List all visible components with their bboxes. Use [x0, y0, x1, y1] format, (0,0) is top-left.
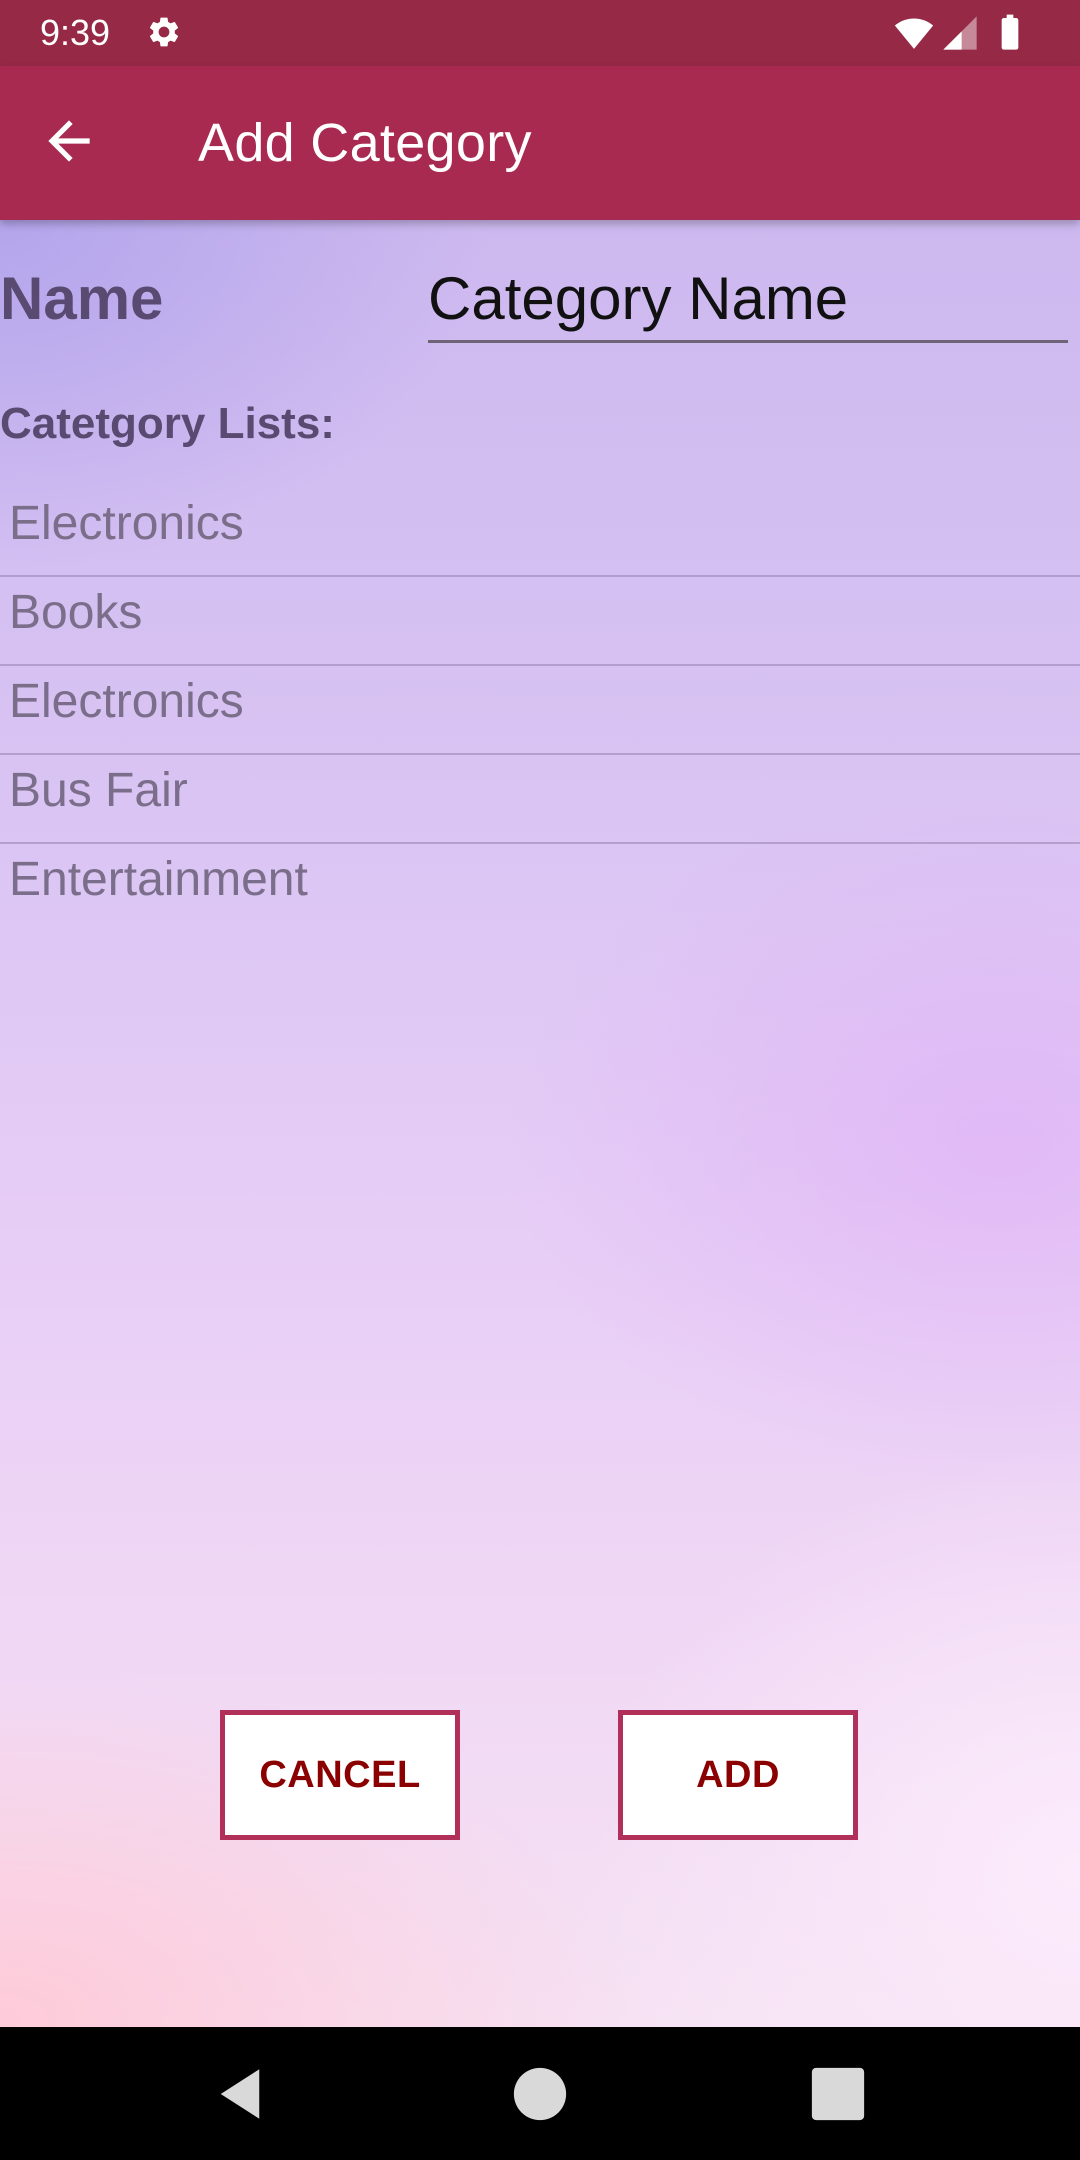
settings-gear-icon: [149, 17, 179, 47]
navigation-bar: [0, 2027, 1080, 2160]
list-item[interactable]: Electronics: [0, 666, 1080, 755]
status-time: 9:39: [40, 12, 111, 53]
list-item[interactable]: Books: [0, 577, 1080, 666]
page-title: Add Category: [198, 113, 532, 173]
cancel-button[interactable]: CANCEL: [220, 1710, 460, 1840]
category-list: Electronics Books Electronics Bus Fair E…: [0, 488, 1080, 933]
back-button[interactable]: [38, 110, 118, 176]
main-content: Name Catetgory Lists: Electronics Books …: [0, 220, 1080, 2027]
battery-icon: [1001, 14, 1019, 50]
nav-home-icon[interactable]: [507, 2061, 573, 2127]
category-list-header: Catetgory Lists:: [0, 399, 335, 448]
nav-recents-icon[interactable]: [805, 2061, 871, 2127]
arrow-back-icon: [48, 120, 90, 162]
category-name-input[interactable]: [428, 256, 1068, 343]
nav-back-icon[interactable]: [207, 2061, 273, 2127]
status-bar: 9:39: [0, 0, 1080, 66]
list-item[interactable]: Entertainment: [0, 844, 1080, 933]
add-button[interactable]: ADD: [618, 1710, 858, 1840]
name-label: Name: [0, 265, 164, 332]
list-item[interactable]: Bus Fair: [0, 755, 1080, 844]
wifi-icon: [894, 18, 934, 49]
app-bar: Add Category: [0, 66, 1080, 220]
list-item[interactable]: Electronics: [0, 488, 1080, 577]
status-icons: [892, 13, 1042, 53]
cell-signal-icon: [943, 16, 977, 50]
